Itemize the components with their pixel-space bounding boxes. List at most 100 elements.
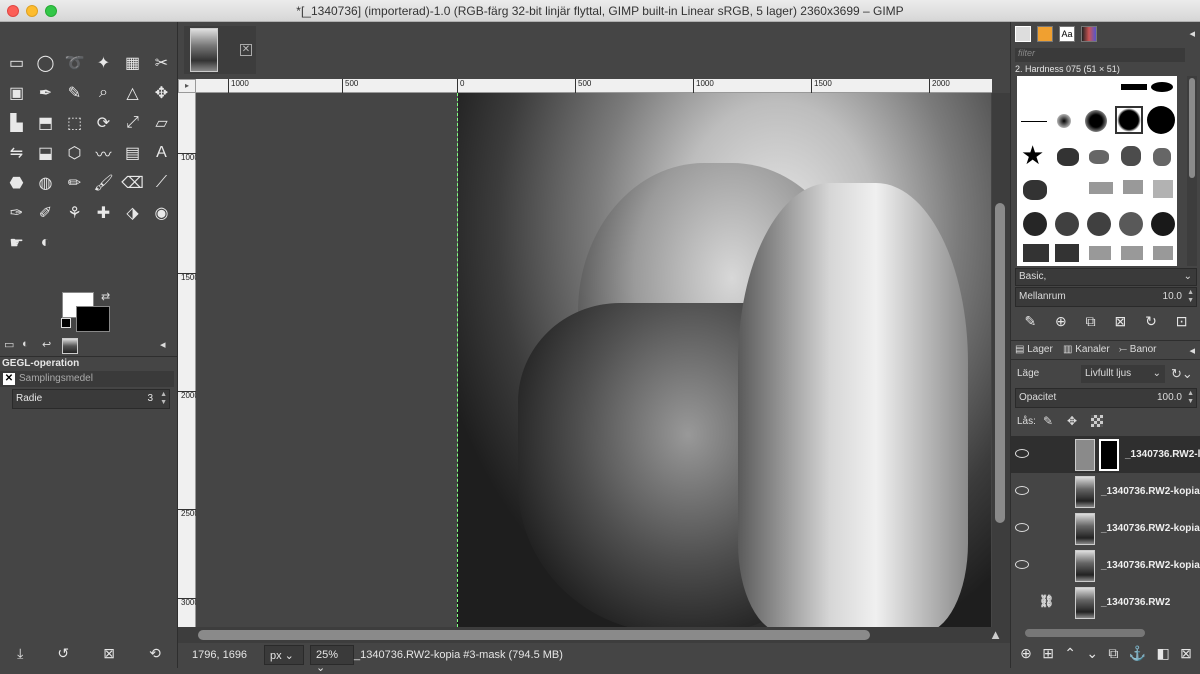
- lock-position-icon[interactable]: ✥: [1067, 414, 1077, 428]
- tool-mypaint[interactable]: ✐: [31, 198, 60, 228]
- delete-brush-icon[interactable]: ⊠: [1115, 313, 1127, 330]
- brush-item[interactable]: [1089, 150, 1109, 164]
- spacing-value[interactable]: 10.0: [1163, 291, 1182, 302]
- gradients-tab-icon[interactable]: [1081, 26, 1097, 42]
- tool-pencil[interactable]: ✏: [60, 168, 89, 198]
- brush-item[interactable]: [1089, 246, 1111, 260]
- tab-layers[interactable]: ▤ Lager: [1015, 344, 1053, 355]
- tool-smudge[interactable]: ☛: [2, 228, 31, 258]
- zoom-select[interactable]: 25% ⌄: [310, 645, 354, 674]
- device-status-tab-icon[interactable]: ◐: [22, 338, 29, 350]
- opacity-value[interactable]: 100.0: [1157, 392, 1182, 403]
- configure-tab-icon[interactable]: ◂: [1189, 27, 1195, 40]
- restore-options-icon[interactable]: ↺: [57, 645, 69, 662]
- new-layer-group-icon[interactable]: ⊞: [1042, 645, 1054, 662]
- brush-item[interactable]: [1055, 244, 1079, 262]
- visibility-eye-icon[interactable]: [1015, 523, 1029, 532]
- tool-perspective[interactable]: ⬓: [31, 138, 60, 168]
- gegl-operation-row[interactable]: ✕ Samplingsmedel: [0, 371, 174, 387]
- brush-item[interactable]: [1153, 180, 1173, 198]
- delete-layer-icon[interactable]: ⊠: [1180, 645, 1192, 662]
- tool-scissors-select[interactable]: ✂: [147, 48, 176, 78]
- tool-airbrush[interactable]: ⟋: [147, 168, 176, 198]
- tool-dodge-burn[interactable]: ◐: [31, 228, 60, 258]
- tool-align[interactable]: ▙: [2, 108, 31, 138]
- tool-blur[interactable]: ◉: [147, 198, 176, 228]
- swap-colors-icon[interactable]: ⇄: [101, 290, 110, 303]
- visibility-eye-icon[interactable]: [1015, 486, 1029, 495]
- brush-filter-input[interactable]: filter: [1015, 48, 1185, 62]
- horizontal-ruler[interactable]: 1000 500 0 500 1000 1500 2000: [196, 79, 992, 93]
- radius-value[interactable]: 3: [147, 393, 153, 404]
- tool-bucket-fill[interactable]: ⬣: [2, 168, 31, 198]
- brush-item[interactable]: [1021, 121, 1047, 122]
- brush-item[interactable]: ★: [1021, 140, 1044, 171]
- tool-move[interactable]: ✥: [147, 78, 176, 108]
- patterns-tab-icon[interactable]: [1037, 26, 1053, 42]
- brush-item[interactable]: [1121, 146, 1141, 166]
- tool-eraser[interactable]: ⌫: [118, 168, 147, 198]
- brush-item[interactable]: [1023, 212, 1047, 236]
- tool-perspective-clone[interactable]: ⬗: [118, 198, 147, 228]
- visibility-eye-icon[interactable]: [1015, 560, 1029, 569]
- refresh-brushes-icon[interactable]: ↻: [1145, 313, 1157, 330]
- tool-rotate[interactable]: ⟳: [89, 108, 118, 138]
- layers-scroll-thumb[interactable]: [1025, 629, 1145, 637]
- duplicate-brush-icon[interactable]: ⧉: [1086, 313, 1096, 330]
- layer-row[interactable]: ⛓ _1340736.RW2: [1011, 584, 1200, 621]
- brushes-tab-icon[interactable]: [1015, 26, 1031, 42]
- undo-history-tab-icon[interactable]: ↩: [42, 338, 51, 351]
- lower-layer-icon[interactable]: ⌄: [1086, 645, 1098, 662]
- duplicate-layer-icon[interactable]: ⧉: [1108, 645, 1118, 662]
- layer-thumbnail[interactable]: [1075, 587, 1095, 619]
- raise-layer-icon[interactable]: ⌃: [1064, 645, 1076, 662]
- layer-list[interactable]: _1340736.RW2-l _1340736.RW2-kopia _13407…: [1011, 436, 1200, 626]
- layer-thumbnail[interactable]: [1075, 439, 1095, 471]
- brush-item[interactable]: [1151, 212, 1175, 236]
- navigate-icon[interactable]: ▲: [989, 627, 1002, 642]
- brush-grid[interactable]: ★: [1017, 76, 1177, 266]
- brush-item[interactable]: [1123, 180, 1143, 194]
- brush-item[interactable]: [1057, 114, 1071, 128]
- quick-mask-toggle[interactable]: ▸: [178, 79, 196, 93]
- tool-ellipse-select[interactable]: ◯: [31, 48, 60, 78]
- vertical-scroll-thumb[interactable]: [995, 203, 1005, 523]
- tool-gradient[interactable]: ▤: [118, 138, 147, 168]
- layer-row[interactable]: _1340736.RW2-l: [1011, 436, 1200, 473]
- horizontal-scrollbar[interactable]: ▲: [178, 627, 1010, 643]
- configure-tab-icon[interactable]: ◂: [1189, 344, 1195, 357]
- layer-thumbnail[interactable]: [1075, 550, 1095, 582]
- brush-item[interactable]: [1055, 212, 1079, 236]
- tool-rect-select[interactable]: ▭: [2, 48, 31, 78]
- brush-item[interactable]: [1089, 182, 1113, 194]
- anchor-layer-icon[interactable]: ⚓: [1129, 645, 1146, 662]
- mask-icon[interactable]: ◧: [1157, 645, 1170, 662]
- brush-item[interactable]: [1153, 148, 1171, 166]
- tool-measure[interactable]: △: [118, 78, 147, 108]
- composite-mode-icon[interactable]: ↻⌄: [1171, 366, 1193, 382]
- open-as-image-icon[interactable]: ⊡: [1176, 313, 1188, 330]
- tool-by-color-select[interactable]: ▦: [118, 48, 147, 78]
- background-color-swatch[interactable]: [76, 306, 110, 332]
- brush-item[interactable]: [1119, 212, 1143, 236]
- visibility-eye-icon[interactable]: [1015, 449, 1029, 458]
- radius-spinner[interactable]: Radie 3 ▲ ▼: [12, 389, 170, 409]
- configure-tab-icon[interactable]: ◂: [160, 338, 166, 351]
- image-tab[interactable]: ✕: [184, 26, 256, 74]
- edit-brush-icon[interactable]: ✎: [1024, 313, 1036, 330]
- tab-paths[interactable]: ⤚ Banor: [1119, 344, 1156, 355]
- tool-crop[interactable]: ⬒: [31, 108, 60, 138]
- tool-cage[interactable]: ⬡: [60, 138, 89, 168]
- opacity-spinner[interactable]: Opacitet 100.0 ▲ ▼: [1015, 388, 1197, 408]
- brush-scroll-thumb[interactable]: [1189, 78, 1195, 178]
- vertical-ruler[interactable]: 1000 1500 2000 2500 3000: [178, 93, 199, 627]
- tool-foreground-select[interactable]: ▣: [2, 78, 31, 108]
- vertical-scrollbar[interactable]: [992, 93, 1010, 627]
- delete-options-icon[interactable]: ⊠: [103, 645, 115, 662]
- tool-blend[interactable]: ◍: [31, 168, 60, 198]
- layer-thumbnail[interactable]: [1075, 476, 1095, 508]
- image-thumbnail[interactable]: [190, 28, 218, 72]
- brush-item[interactable]: [1115, 106, 1143, 134]
- spin-arrows-icon[interactable]: ▲ ▼: [1187, 289, 1194, 305]
- tool-ink[interactable]: ✑: [2, 198, 31, 228]
